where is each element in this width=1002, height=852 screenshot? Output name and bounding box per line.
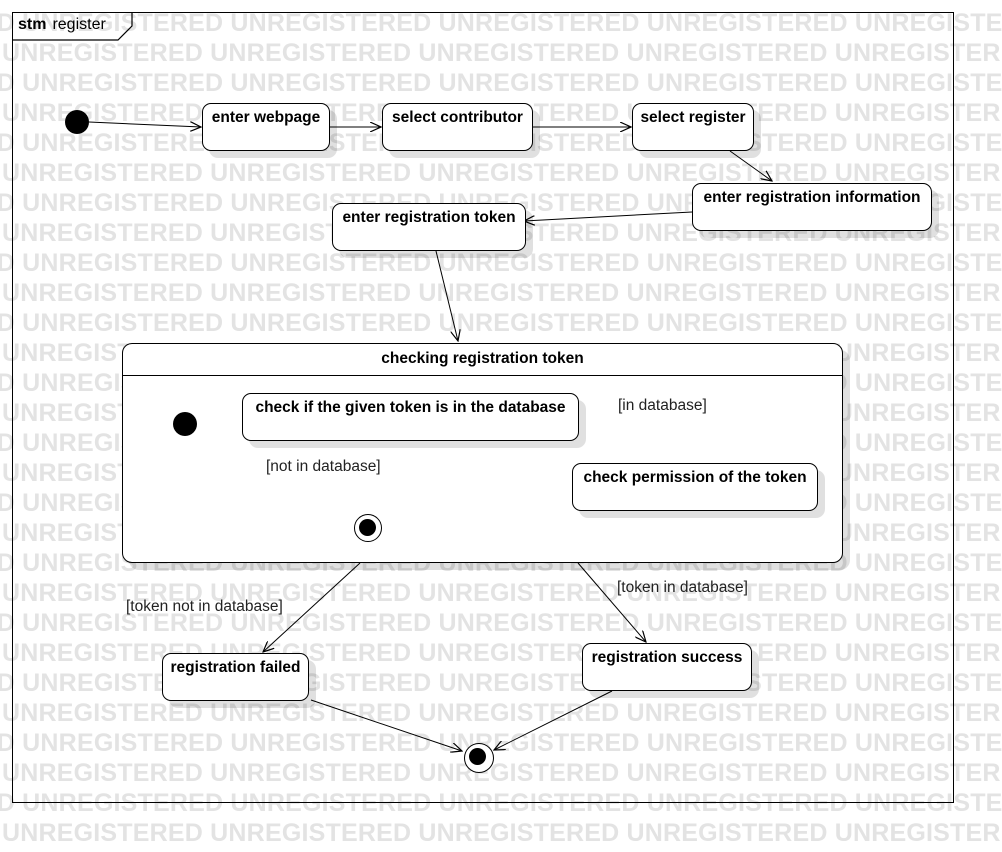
frame-name: register xyxy=(52,16,106,33)
composite-checking-registration-token[interactable]: checking registration token xyxy=(122,343,843,563)
guard-in-database: [in database] xyxy=(618,397,707,414)
guard-token-in-database: [token in database] xyxy=(617,579,748,596)
guard-not-in-database: [not in database] xyxy=(266,458,381,475)
final-node xyxy=(464,743,494,773)
initial-node xyxy=(65,110,89,134)
state-check-token-in-database[interactable]: check if the given token is in the datab… xyxy=(242,393,579,441)
state-select-register[interactable]: select register xyxy=(632,103,754,151)
frame-tab: stm register xyxy=(12,12,106,40)
composite-title: checking registration token xyxy=(123,344,842,376)
guard-token-not-in-database: [token not in database] xyxy=(126,598,283,615)
inner-final-node xyxy=(354,514,382,542)
state-enter-webpage[interactable]: enter webpage xyxy=(202,103,330,151)
frame-keyword: stm xyxy=(18,16,47,33)
state-enter-registration-information[interactable]: enter registration information xyxy=(692,183,932,231)
state-select-contributor[interactable]: select contributor xyxy=(382,103,533,151)
state-enter-registration-token[interactable]: enter registration token xyxy=(332,203,526,251)
inner-initial-node xyxy=(173,412,197,436)
state-registration-failed[interactable]: registration failed xyxy=(162,653,309,701)
state-registration-success[interactable]: registration success xyxy=(582,643,752,691)
state-check-permission[interactable]: check permission of the token xyxy=(572,463,818,511)
